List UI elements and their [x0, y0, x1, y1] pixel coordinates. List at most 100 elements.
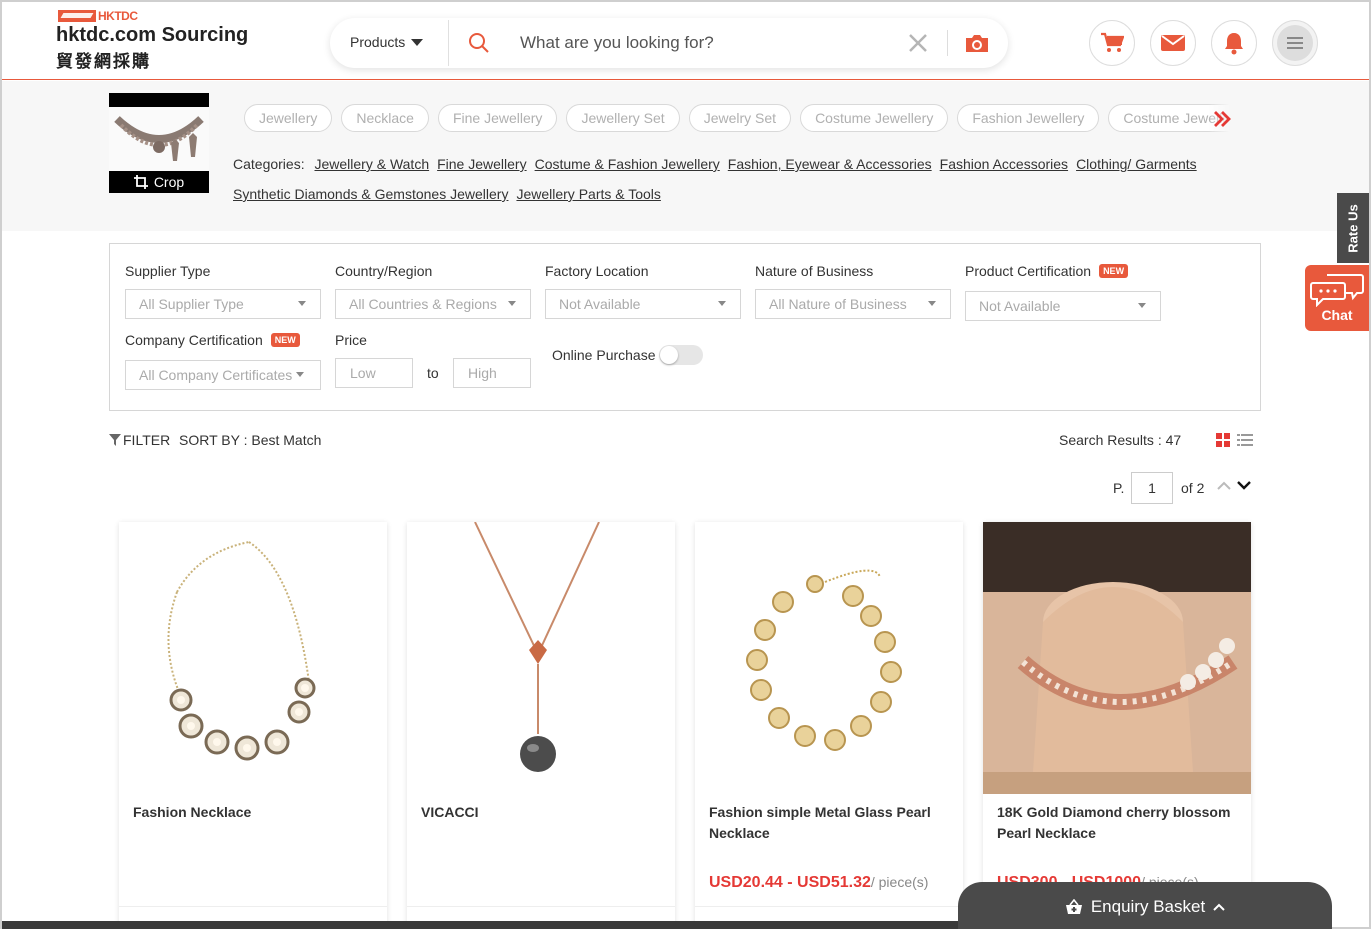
chevron-up-icon[interactable] — [1217, 481, 1231, 491]
logo-sub-text: 貿發網採購 — [56, 52, 151, 71]
country-value: All Countries & Regions — [349, 296, 497, 312]
keyword-chip[interactable]: Necklace — [341, 104, 429, 132]
chevron-up-icon — [1213, 903, 1225, 911]
keyword-chip[interactable]: Jewelry Set — [688, 104, 792, 132]
supplier-type-label-text: Supplier Type — [125, 263, 211, 279]
product-card[interactable]: 18K Gold Diamond cherry blossom Pearl Ne… — [983, 522, 1251, 929]
company-certification-select[interactable]: All Company Certificates — [125, 360, 321, 390]
category-link[interactable]: Fine Jewellery — [437, 156, 526, 172]
notification-button[interactable] — [1211, 20, 1257, 66]
keyword-chip[interactable]: Costume Jewellery — [800, 104, 949, 132]
category-link[interactable]: Clothing/ Garments — [1076, 156, 1197, 172]
close-icon[interactable] — [906, 31, 930, 55]
supplier-type-select[interactable]: All Supplier Type — [125, 289, 321, 319]
basket-icon — [1065, 898, 1082, 914]
enquiry-basket-bar[interactable]: Enquiry Basket — [958, 882, 1332, 929]
category-link[interactable]: Jewellery Parts & Tools — [516, 186, 660, 202]
nature-of-business-select[interactable]: All Nature of Business — [755, 289, 951, 319]
rate-us-label: Rate Us — [1345, 203, 1361, 253]
company-cert-value: All Company Certificates — [139, 367, 293, 383]
crop-icon — [133, 175, 148, 189]
category-link[interactable]: Fashion Accessories — [940, 156, 1068, 172]
filter-button[interactable]: FILTER — [109, 432, 170, 448]
keyword-chip[interactable]: Fashion Jewellery — [957, 104, 1100, 132]
price-to-label: to — [427, 365, 439, 381]
necklace-thumbnail-image — [109, 107, 209, 171]
product-certification-select[interactable]: Not Available — [965, 291, 1161, 321]
product-certification-label: Product Certification NEW — [965, 263, 1129, 279]
funnel-icon — [109, 434, 121, 446]
logo-main-text: hktdc.com Sourcing — [56, 24, 249, 46]
product-image[interactable] — [407, 522, 675, 794]
hktdc-logo[interactable]: HKTDC hktdc.com Sourcing 貿發網採購 — [56, 9, 266, 71]
product-name[interactable]: Fashion Necklace — [133, 802, 373, 823]
keyword-chips: Jewellery Necklace Fine Jewellery Jewellery… — [244, 104, 1260, 134]
products-dropdown[interactable]: Products — [350, 34, 424, 50]
footer-strip — [2, 921, 958, 929]
product-image[interactable] — [695, 522, 963, 794]
category-link[interactable]: Costume & Fashion Jewellery — [535, 156, 720, 172]
cart-icon — [1101, 32, 1124, 52]
menu-icon-bg — [1277, 25, 1313, 61]
product-cert-label-text: Product Certification — [965, 263, 1092, 279]
grid-view-icon[interactable] — [1216, 433, 1230, 447]
price-label-text: Price — [335, 332, 367, 348]
company-cert-label-text: Company Certification — [125, 332, 263, 348]
search-input[interactable] — [520, 28, 890, 58]
caret-down-icon — [296, 372, 304, 377]
results-toolbar: FILTER SORT BY : Best Match Search Resul… — [109, 432, 1261, 452]
caret-down-icon — [298, 301, 306, 306]
online-purchase-toggle[interactable] — [659, 345, 703, 365]
filter-panel: Supplier Type All Supplier Type Country/… — [109, 243, 1261, 411]
online-purchase-label: Online Purchase — [552, 347, 656, 363]
product-image[interactable] — [119, 522, 387, 794]
chat-label: Chat — [1321, 307, 1353, 323]
keyword-chip[interactable]: Jewellery Set — [566, 104, 680, 132]
cart-button[interactable] — [1089, 20, 1135, 66]
caret-down-icon — [411, 38, 424, 46]
factory-location-label: Factory Location — [545, 263, 649, 279]
camera-icon[interactable] — [964, 31, 990, 55]
product-image[interactable] — [983, 522, 1251, 794]
card-divider — [407, 906, 675, 907]
divider — [448, 20, 449, 66]
list-view-icon[interactable] — [1237, 433, 1253, 447]
caret-down-icon — [718, 301, 726, 306]
product-name[interactable]: Fashion simple Metal Glass Pearl Necklac… — [709, 802, 949, 844]
supplier-type-value: All Supplier Type — [139, 296, 244, 312]
caret-down-icon — [508, 301, 516, 306]
nature-value: All Nature of Business — [769, 296, 907, 312]
country-label-text: Country/Region — [335, 263, 433, 279]
category-link[interactable]: Jewellery & Watch — [314, 156, 429, 172]
price-unit: / piece(s) — [870, 874, 929, 890]
price-high-input[interactable]: High — [453, 358, 531, 388]
keyword-chip[interactable]: Jewellery — [244, 104, 333, 132]
category-link[interactable]: Fashion, Eyewear & Accessories — [728, 156, 932, 172]
price-low-input[interactable]: Low — [335, 358, 413, 388]
mail-button[interactable] — [1150, 20, 1196, 66]
image-search-thumbnail[interactable]: Crop — [109, 93, 209, 193]
page-prefix: P. — [1113, 480, 1125, 496]
keyword-chip[interactable]: Fine Jewellery — [437, 104, 558, 132]
bell-icon — [1225, 33, 1243, 55]
menu-button[interactable] — [1272, 20, 1318, 66]
new-badge: NEW — [1099, 264, 1129, 278]
search-icon[interactable] — [468, 32, 490, 54]
category-link[interactable]: Synthetic Diamonds & Gemstones Jewellery — [233, 186, 508, 202]
product-card[interactable]: VICACCI — [407, 522, 675, 929]
sort-by-dropdown[interactable]: SORT BY : Best Match — [179, 432, 321, 448]
product-name[interactable]: VICACCI — [421, 802, 661, 823]
rate-us-tab[interactable]: Rate Us — [1337, 193, 1369, 263]
product-card[interactable]: Fashion simple Metal Glass Pearl Necklac… — [695, 522, 963, 929]
product-price: USD20.44 - USD51.32/ piece(s) — [709, 874, 928, 892]
crop-button[interactable]: Crop — [109, 171, 209, 193]
chips-next-button[interactable] — [1208, 104, 1262, 134]
nature-label-text: Nature of Business — [755, 263, 874, 279]
product-card[interactable]: Fashion Necklace — [119, 522, 387, 929]
product-name[interactable]: 18K Gold Diamond cherry blossom Pearl Ne… — [997, 802, 1237, 844]
chat-button[interactable]: Chat — [1305, 265, 1369, 331]
factory-location-select[interactable]: Not Available — [545, 289, 741, 319]
country-select[interactable]: All Countries & Regions — [335, 289, 531, 319]
chevron-down-icon[interactable] — [1237, 480, 1251, 490]
page-number-input[interactable]: 1 — [1131, 472, 1173, 504]
